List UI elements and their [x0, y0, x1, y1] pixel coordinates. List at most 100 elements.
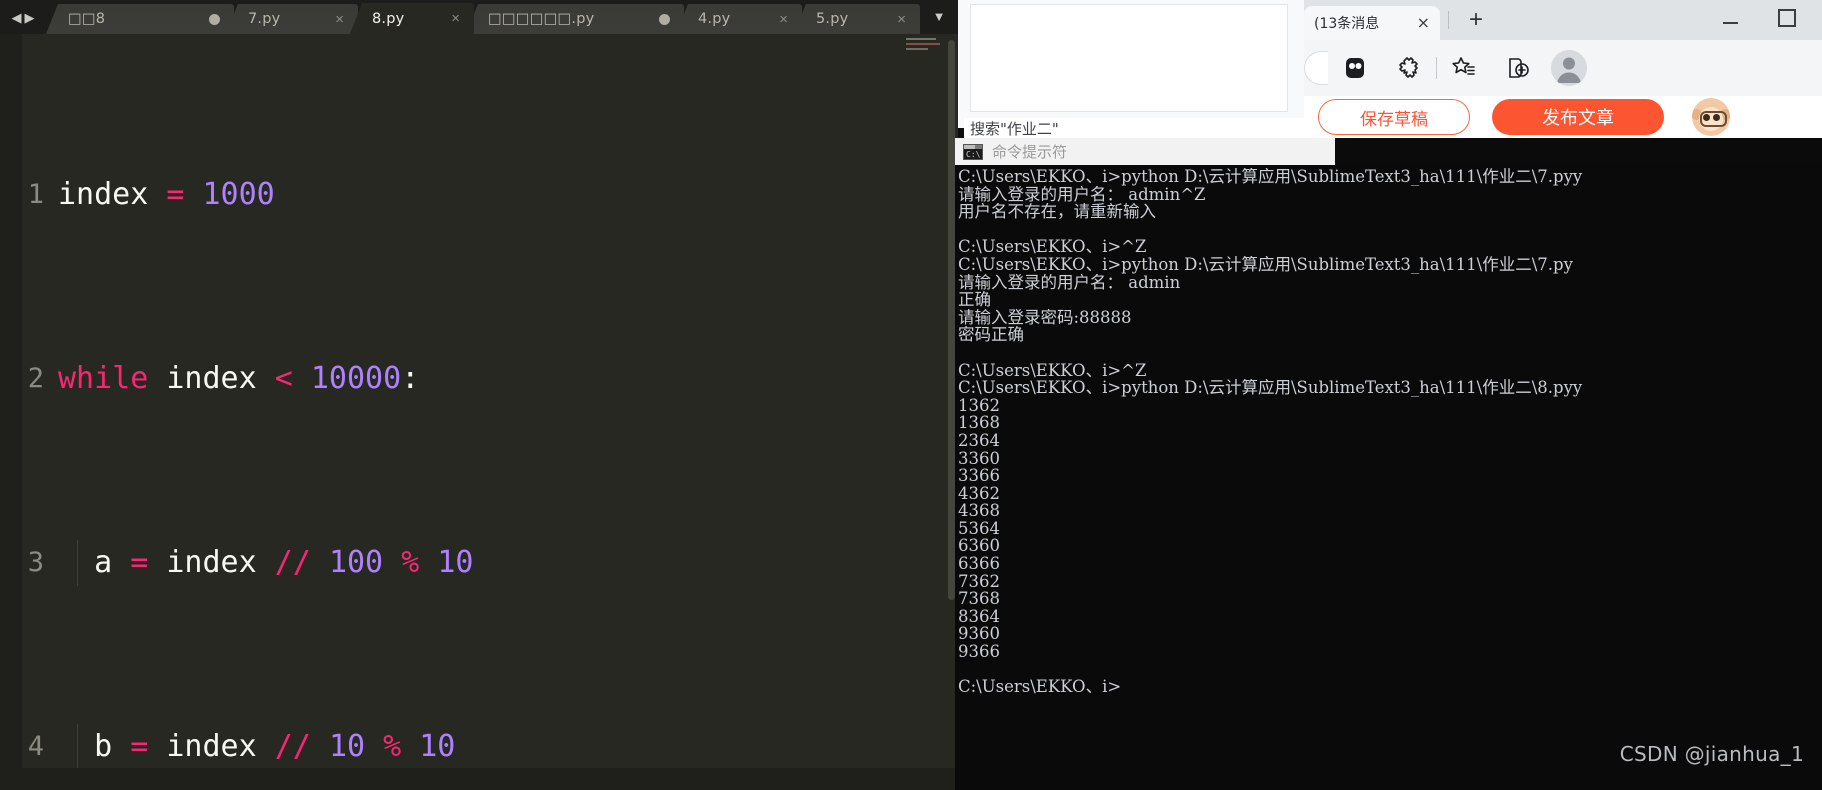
browser-toolbar — [1304, 40, 1822, 96]
editor-bottom-edge — [0, 768, 958, 790]
cmd-line: 1368 — [958, 414, 1000, 432]
chevron-down-icon: ▼ — [932, 9, 946, 24]
cmd-line: C:\Users\EKKO、i>^Z — [958, 238, 1147, 256]
command-prompt-icon: C:\ — [963, 143, 983, 160]
cmd-line: 请输入登录密码:88888 — [958, 308, 1132, 327]
editor-tab-3-label: □□□□□□.py — [488, 11, 595, 27]
code-editor-area[interactable]: 1 index = 1000 2 while index < 10000: 3 … — [0, 34, 958, 790]
cmd-line: 6360 — [958, 537, 1000, 556]
editor-tab-1[interactable]: 7.py × — [226, 4, 358, 34]
publish-article-button[interactable]: 发布文章 — [1492, 99, 1664, 135]
minimize-button[interactable] — [1723, 11, 1738, 29]
cmd-title-bar: C:\ 命令提示符 — [955, 138, 1335, 165]
code-line-4: 4 b = index // 10 % 10 — [0, 724, 958, 770]
cmd-line: 3366 — [958, 467, 1000, 485]
profile-avatar[interactable] — [1551, 50, 1587, 86]
tab-nav-arrows[interactable]: ◀ ▶ — [0, 0, 46, 34]
cmd-line: 用户名不存在，请重新输入 — [958, 203, 1156, 221]
cmd-line: C:\Users\EKKO、i>^Z — [958, 361, 1147, 380]
cmd-line: 正确 — [958, 291, 991, 309]
window-controls — [1723, 8, 1822, 32]
user-avatar[interactable] — [1692, 98, 1730, 136]
cmd-line: 7362 — [958, 572, 1000, 591]
new-tab-button[interactable]: + — [1463, 8, 1489, 32]
editor-tab-3[interactable]: □□□□□□.py — [466, 4, 684, 34]
cmd-line: C:\Users\EKKO、i> — [958, 678, 1122, 696]
editor-tab-0[interactable]: □□8 — [46, 4, 234, 34]
browser-page-content — [958, 0, 1305, 128]
cmd-line: 6366 — [958, 555, 1000, 573]
code-line-3: 3 a = index // 100 % 10 — [0, 540, 958, 586]
cmd-line: 4368 — [958, 502, 1000, 520]
maximize-button[interactable] — [1778, 8, 1796, 32]
code-line-4-text: b = index // 10 % 10 — [94, 729, 456, 764]
cmd-line: 1362 — [958, 396, 1000, 415]
code-line-1: 1 index = 1000 — [0, 172, 958, 218]
editor-tab-1-close-icon[interactable]: × — [309, 12, 344, 27]
cmd-line: 7368 — [958, 590, 1000, 608]
cmd-line: 5364 — [958, 519, 1000, 538]
editor-tab-5-close-icon[interactable]: × — [871, 12, 906, 27]
editor-tab-2-label: 8.py — [372, 10, 405, 27]
favorites-icon[interactable] — [1437, 40, 1491, 96]
browser-tab-title: (13条消息 — [1314, 16, 1380, 32]
browser-chrome: (13条消息 × + 保存草稿 发布文章 — [1304, 0, 1822, 138]
sublime-text-window: ◀ ▶ □□8 7.py × 8.py × □□□□□□.py 4.py × 5… — [0, 0, 958, 790]
code-line-3-text: a = index // 100 % 10 — [94, 545, 474, 580]
collections-icon[interactable] — [1328, 40, 1382, 96]
editor-tab-bar: ◀ ▶ □□8 7.py × 8.py × □□□□□□.py 4.py × 5… — [0, 0, 958, 34]
cmd-line — [958, 221, 1822, 239]
page-content-box — [970, 4, 1288, 112]
browser-tab-active[interactable]: (13条消息 × — [1304, 6, 1440, 40]
indent-guide — [77, 724, 78, 770]
cmd-line — [958, 661, 1822, 679]
cmd-line — [958, 344, 1822, 362]
editor-tab-5-label: 5.py — [816, 11, 849, 27]
cmd-line: C:\Users\EKKO、i>python D:\云计算应用\SublimeT… — [958, 379, 1583, 397]
save-draft-button[interactable]: 保存草稿 — [1318, 99, 1470, 135]
cmd-output-area[interactable]: C:\Users\EKKO、i>python D:\云计算应用\SublimeT… — [955, 165, 1822, 790]
cmd-line: C:\Users\EKKO、i>python D:\云计算应用\SublimeT… — [958, 168, 1583, 186]
watermark-text: CSDN @jianhua_1 — [1619, 742, 1804, 766]
editor-tab-3-modified-dot[interactable] — [633, 14, 670, 25]
editor-action-bar: 保存草稿 发布文章 — [1304, 96, 1822, 138]
code-line-2: 2 while index < 10000: — [0, 356, 958, 402]
editor-tab-0-modified-dot[interactable] — [183, 14, 220, 25]
add-collection-icon[interactable] — [1491, 40, 1545, 96]
editor-tab-5[interactable]: 5.py × — [794, 4, 920, 34]
code-minimap[interactable] — [906, 38, 944, 64]
cmd-line: C:\Users\EKKO、i>python D:\云计算应用\SublimeT… — [958, 255, 1573, 274]
cmd-line: 请输入登录的用户名： admin^Z — [958, 185, 1206, 204]
code-line-1-text: index = 1000 — [58, 177, 275, 212]
cmd-line: 4362 — [958, 484, 1000, 503]
cmd-line: 请输入登录的用户名： admin — [958, 273, 1181, 292]
nav-forward-icon[interactable]: ▶ — [25, 11, 35, 24]
browser-tab-strip: (13条消息 × + — [1304, 0, 1822, 40]
cmd-line: 9366 — [958, 643, 1000, 661]
indent-guide — [77, 540, 78, 586]
cmd-line: 密码正确 — [958, 326, 1024, 344]
screenshot-root: ◀ ▶ □□8 7.py × 8.py × □□□□□□.py 4.py × 5… — [0, 0, 1822, 790]
cmd-line: 9360 — [958, 625, 1000, 644]
cmd-line: 2364 — [958, 431, 1000, 450]
address-bar-edge[interactable] — [1304, 51, 1328, 85]
tab-divider — [1448, 11, 1449, 29]
search-hint-label: 搜索"作业二" — [964, 118, 1304, 140]
cmd-title-text: 命令提示符 — [992, 143, 1068, 161]
cmd-line: 8364 — [958, 607, 1000, 626]
editor-tab-4-label: 4.py — [698, 11, 731, 27]
editor-tab-4-close-icon[interactable]: × — [753, 12, 788, 27]
editor-tab-0-label: □□8 — [68, 11, 106, 27]
tab-overflow-menu-button[interactable]: ▼ — [920, 0, 958, 33]
cmd-line: 3360 — [958, 449, 1000, 468]
nav-back-icon[interactable]: ◀ — [12, 11, 22, 24]
close-icon[interactable]: × — [1417, 15, 1430, 31]
editor-tab-2[interactable]: 8.py × — [350, 3, 474, 34]
extensions-icon[interactable] — [1382, 40, 1436, 96]
editor-vertical-scrollbar[interactable] — [948, 40, 955, 600]
command-prompt-window: C:\ 命令提示符 C:\Users\EKKO、i>python D:\云计算应… — [955, 138, 1822, 790]
editor-tab-4[interactable]: 4.py × — [676, 4, 802, 34]
code-line-2-text: while index < 10000: — [58, 361, 420, 396]
editor-tab-2-close-icon[interactable]: × — [425, 11, 460, 26]
editor-tab-1-label: 7.py — [248, 11, 281, 27]
